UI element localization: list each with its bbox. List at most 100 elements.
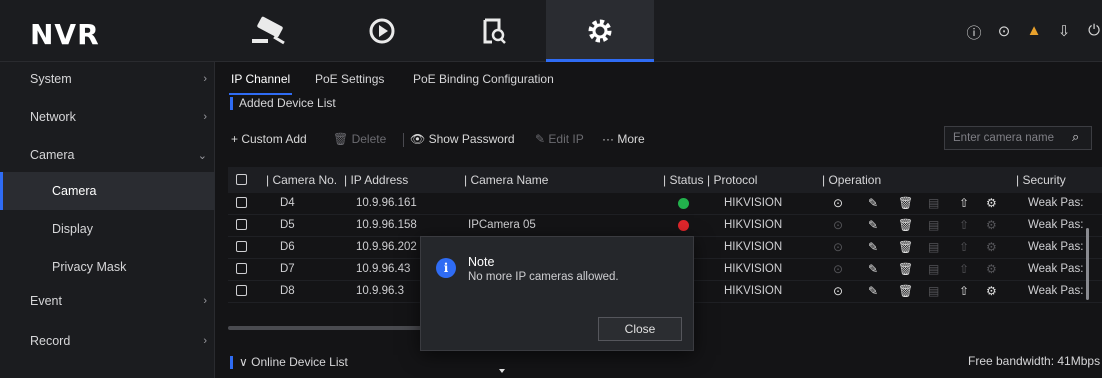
sidebar-item-record[interactable]: Record ›	[0, 324, 215, 358]
show-password-button[interactable]: 👁 Show Password	[410, 132, 515, 146]
sidebar-item-system[interactable]: System ›	[0, 62, 215, 96]
header-operation[interactable]: | Operation	[822, 173, 881, 187]
nav-tab-configuration[interactable]	[546, 0, 654, 62]
log-icon[interactable]: ▤	[928, 218, 939, 232]
free-bandwidth-text: Free bandwidth: 41Mbps	[968, 354, 1101, 368]
remote-config-icon[interactable]: ⊙	[833, 196, 843, 210]
remote-config-icon[interactable]: ⊙	[833, 284, 843, 298]
header-camera-no[interactable]: | Camera No.	[266, 173, 337, 187]
header-camera-name[interactable]: | Camera Name	[464, 173, 548, 187]
edit-ip-button[interactable]: ✎ Edit IP	[535, 132, 584, 146]
sidebar-item-privacy-mask[interactable]: Privacy Mask	[0, 250, 215, 284]
table-row[interactable]: D5 10.9.96.158 IPCamera 05 HIKVISION Weak Pa…	[228, 215, 1102, 237]
tab-ip-channel[interactable]: IP Channel	[228, 72, 293, 95]
sidebar-item-camera-group[interactable]: Camera ⌄	[0, 138, 215, 172]
edit-icon[interactable]: ✎	[868, 196, 878, 210]
edit-icon[interactable]: ✎	[868, 284, 878, 298]
remote-config-icon[interactable]: ⊙	[833, 218, 843, 232]
chevron-right-icon: ›	[203, 73, 207, 85]
log-icon[interactable]: ▤	[928, 284, 939, 298]
cell-camera-no: D7	[280, 263, 295, 275]
cell-ip-address: 10.9.96.158	[356, 219, 417, 231]
settings-icon[interactable]: ⚙	[986, 196, 997, 210]
settings-icon[interactable]: ⚙	[986, 284, 997, 298]
settings-icon[interactable]: ⚙	[986, 218, 997, 232]
edit-icon[interactable]: ✎	[868, 218, 878, 232]
cell-protocol: HIKVISION	[724, 263, 783, 275]
status-offline-icon	[678, 220, 689, 231]
cell-protocol: HIKVISION	[724, 241, 783, 253]
table-row[interactable]: D4 10.9.96.161 HIKVISION Weak Pas: ⊙ ✎ 🗑 ▤ ⇧ ⚙	[228, 193, 1102, 215]
cell-camera-no: D8	[280, 285, 295, 297]
header-status[interactable]: | Status	[663, 173, 703, 187]
nav-tab-file-search[interactable]	[444, 0, 544, 62]
edit-icon[interactable]: ✎	[868, 240, 878, 254]
row-checkbox[interactable]	[236, 197, 247, 208]
upgrade-icon[interactable]: ⇧	[959, 218, 969, 232]
tab-poe-binding-configuration[interactable]: PoE Binding Configuration	[413, 72, 554, 86]
power-icon[interactable]: ⏻	[1086, 22, 1102, 43]
delete-icon[interactable]: 🗑	[898, 240, 913, 254]
cell-camera-name: IPCamera 05	[468, 219, 536, 231]
row-checkbox[interactable]	[236, 263, 247, 274]
cell-ip-address: 10.9.96.43	[356, 263, 411, 275]
sidebar-item-display[interactable]: Display	[0, 212, 215, 246]
settings-icon[interactable]: ⚙	[986, 240, 997, 254]
search-input[interactable]: Enter camera name	[944, 126, 1092, 150]
cell-security: Weak Pas:	[1028, 197, 1084, 209]
log-icon[interactable]: ▤	[928, 196, 939, 210]
alarm-icon[interactable]: ▲	[1026, 22, 1042, 43]
remote-config-icon[interactable]: ⊙	[833, 262, 843, 276]
sidebar-item-event[interactable]: Event ›	[0, 284, 215, 318]
tab-poe-settings[interactable]: PoE Settings	[315, 72, 384, 86]
toolbar-divider	[403, 133, 404, 147]
row-checkbox[interactable]	[236, 241, 247, 252]
vertical-scrollbar[interactable]	[1086, 228, 1089, 300]
sidebar-item-network[interactable]: Network ›	[0, 100, 215, 134]
sidebar-item-label: Record	[30, 334, 71, 348]
sidebar: System › Network › Camera ⌄ Camera Displ…	[0, 62, 215, 378]
camera-icon	[252, 16, 285, 45]
remote-config-icon[interactable]: ⊙	[833, 240, 843, 254]
nav-tab-playback[interactable]	[332, 0, 432, 62]
log-icon[interactable]: ▤	[928, 262, 939, 276]
log-icon[interactable]: ▤	[928, 240, 939, 254]
more-button[interactable]: ··· More	[602, 132, 645, 146]
sidebar-item-label: Network	[30, 110, 76, 124]
header-security[interactable]: | Security	[1016, 173, 1066, 187]
delete-icon[interactable]: 🗑	[898, 262, 913, 276]
search-icon[interactable]: ⌕	[1072, 129, 1079, 145]
nav-tab-live-view[interactable]	[220, 0, 320, 62]
custom-add-button[interactable]: + Custom Add	[231, 132, 307, 146]
online-device-list-toggle[interactable]: ∨ Online Device List	[230, 355, 348, 369]
delete-icon[interactable]: 🗑	[898, 284, 913, 298]
export-icon[interactable]: ⇩	[1056, 22, 1072, 43]
cell-protocol: HIKVISION	[724, 197, 783, 209]
sidebar-item-camera[interactable]: Camera	[0, 172, 215, 210]
dialog-title: Note	[468, 255, 495, 269]
delete-icon[interactable]: 🗑	[898, 218, 913, 232]
row-checkbox[interactable]	[236, 285, 247, 296]
sub-tabs: IP Channel PoE Settings PoE Binding Conf…	[215, 62, 1102, 95]
header-ip-address[interactable]: | IP Address	[344, 173, 408, 187]
info-icon[interactable]: ⓘ	[966, 22, 982, 43]
select-all-checkbox[interactable]	[236, 174, 247, 185]
cell-security: Weak Pas:	[1028, 263, 1084, 275]
cell-camera-no: D4	[280, 197, 295, 209]
close-button[interactable]: Close	[598, 317, 682, 341]
sidebar-item-label: Camera	[52, 184, 97, 198]
cell-camera-no: D5	[280, 219, 295, 231]
delete-button[interactable]: 🗑 Delete	[333, 132, 386, 146]
header-protocol[interactable]: | Protocol	[707, 173, 757, 187]
upgrade-icon[interactable]: ⇧	[959, 240, 969, 254]
delete-icon[interactable]: 🗑	[898, 196, 913, 210]
edit-icon[interactable]: ✎	[868, 262, 878, 276]
upgrade-icon[interactable]: ⇧	[959, 262, 969, 276]
upgrade-icon[interactable]: ⇧	[959, 284, 969, 298]
table-header: | Camera No. | IP Address | Camera Name …	[228, 167, 1102, 193]
settings-icon[interactable]: ⚙	[986, 262, 997, 276]
upgrade-icon[interactable]: ⇧	[959, 196, 969, 210]
cell-protocol: HIKVISION	[724, 285, 783, 297]
row-checkbox[interactable]	[236, 219, 247, 230]
record-icon[interactable]: ⊙	[996, 22, 1012, 43]
